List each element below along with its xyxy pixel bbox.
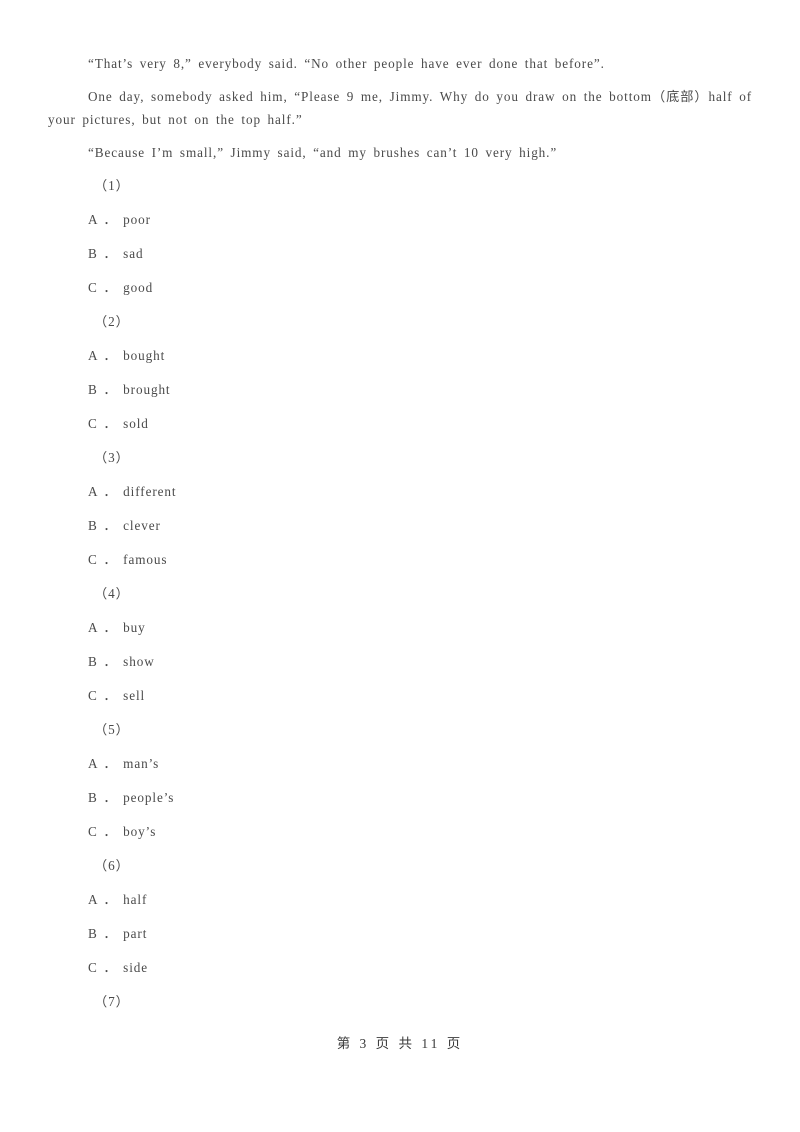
passage-paragraph-2: One day, somebody asked him, “Please 9 m… (48, 89, 752, 127)
option-4-c[interactable]: C ． sell (48, 684, 752, 718)
question-block-2: （2） A ． bought B ． brought C ． sold (48, 310, 752, 446)
option-1-b[interactable]: B ． sad (48, 242, 752, 276)
option-1-a[interactable]: A ． poor (48, 208, 752, 242)
option-6-c[interactable]: C ． side (48, 956, 752, 990)
question-number-2: （2） (94, 314, 130, 329)
option-2-c[interactable]: C ． sold (48, 412, 752, 446)
question-block-5: （5） A ． man’s B ． people’s C ． boy’s (48, 718, 752, 854)
question-block-1: （1） A ． poor B ． sad C ． good (48, 174, 752, 310)
option-5-a[interactable]: A ． man’s (48, 752, 752, 786)
question-number-6: （6） (94, 858, 130, 873)
option-3-c[interactable]: C ． famous (48, 548, 752, 582)
page-footer: 第 3 页 共 11 页 (336, 1036, 464, 1051)
passage-paragraph-1: “That’s very 8,” everybody said. “No oth… (88, 56, 605, 71)
document-body: “That’s very 8,” everybody said. “No oth… (48, 52, 752, 1024)
option-6-a[interactable]: A ． half (48, 888, 752, 922)
option-5-c[interactable]: C ． boy’s (48, 820, 752, 854)
document-page: “That’s very 8,” everybody said. “No oth… (0, 0, 800, 1132)
option-4-a[interactable]: A ． buy (48, 616, 752, 650)
option-5-b[interactable]: B ． people’s (48, 786, 752, 820)
question-number-4: （4） (94, 586, 130, 601)
question-block-6: （6） A ． half B ． part C ． side (48, 854, 752, 990)
option-4-b[interactable]: B ． show (48, 650, 752, 684)
question-number-1: （1） (94, 178, 130, 193)
option-1-c[interactable]: C ． good (48, 276, 752, 310)
option-6-b[interactable]: B ． part (48, 922, 752, 956)
passage-paragraph-3: “Because I’m small,” Jimmy said, “and my… (88, 145, 558, 160)
option-2-a[interactable]: A ． bought (48, 344, 752, 378)
option-2-b[interactable]: B ． brought (48, 378, 752, 412)
question-number-7: （7） (94, 994, 130, 1009)
question-block-4: （4） A ． buy B ． show C ． sell (48, 582, 752, 718)
question-block-3: （3） A ． different B ． clever C ． famous (48, 446, 752, 582)
question-number-3: （3） (94, 450, 130, 465)
option-3-a[interactable]: A ． different (48, 480, 752, 514)
question-block-7: （7） (48, 990, 752, 1024)
option-3-b[interactable]: B ． clever (48, 514, 752, 548)
question-number-5: （5） (94, 722, 130, 737)
